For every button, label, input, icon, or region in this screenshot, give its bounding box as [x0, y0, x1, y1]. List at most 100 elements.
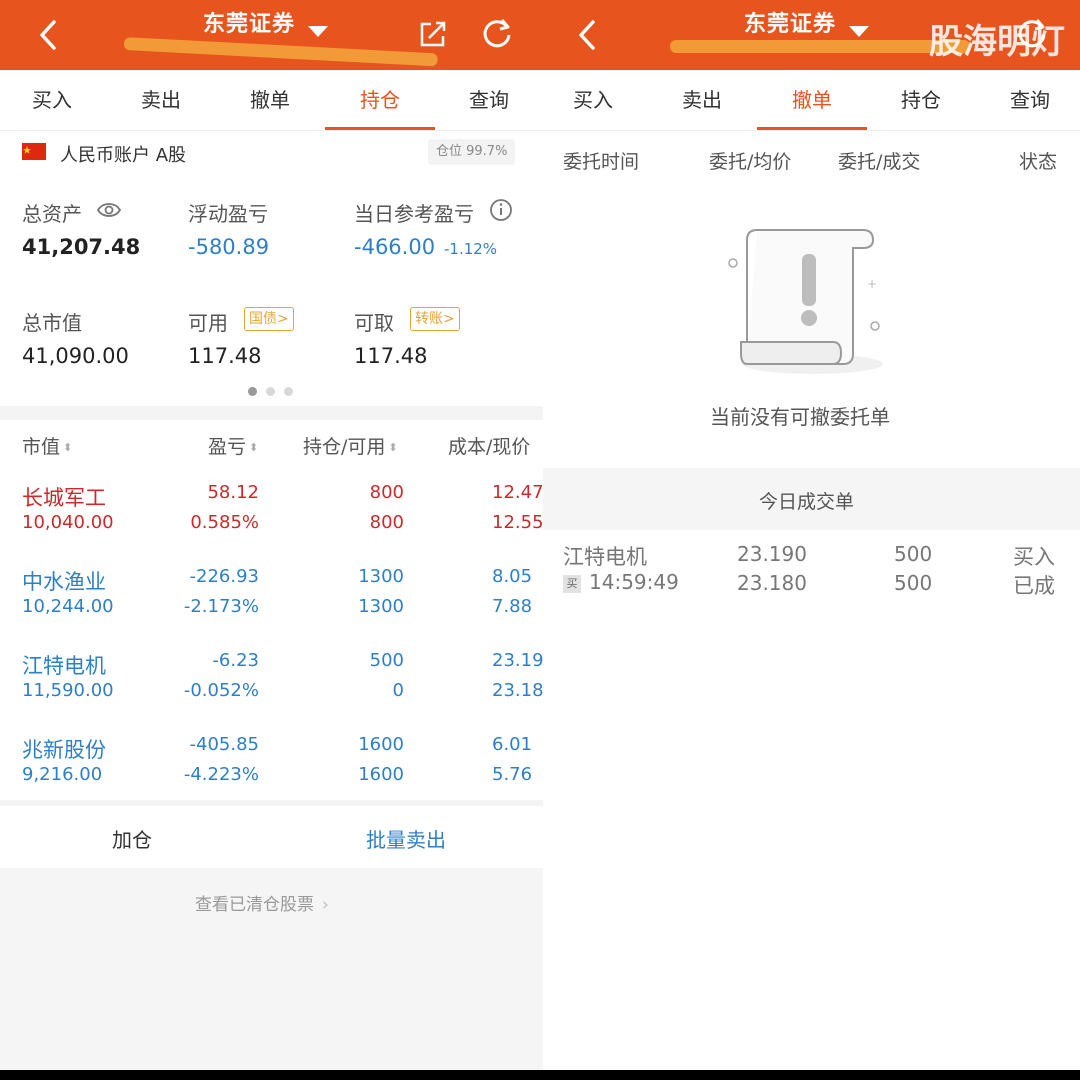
holding-pnl: -226.93 [189, 566, 259, 587]
cn-flag-icon [22, 143, 46, 160]
holding-quantity: 1300 [358, 566, 404, 587]
eye-icon[interactable] [96, 200, 122, 220]
today-pnl-percent: -1.12% [444, 240, 498, 258]
deal-time: 买 14:59:49 [563, 570, 679, 594]
add-position-button[interactable]: 加仓 [112, 824, 152, 853]
holding-quantity: 1600 [358, 734, 404, 755]
holding-row[interactable]: 江特电机 11,590.00 -6.23 -0.052% 500 0 23.19 23.18 [0, 644, 543, 728]
holding-pnl-percent: -0.052% [183, 680, 259, 701]
withdrawable-value: 117.48 [354, 344, 428, 368]
column-header-pnl[interactable]: 盈亏 ⬍ [208, 432, 258, 459]
deal-order-qty: 500 [894, 542, 933, 566]
tab-query[interactable]: 查询 [975, 70, 1080, 130]
total-assets-value: 41,207.48 [22, 235, 141, 259]
holding-cost: 6.01 [492, 734, 533, 755]
refresh-icon[interactable] [480, 16, 514, 50]
column-header-position[interactable]: 持仓/可用 ⬍ [303, 432, 398, 459]
chevron-down-icon[interactable] [308, 26, 328, 37]
tab-sell[interactable]: 卖出 [106, 70, 216, 130]
floating-pnl-value: -580.89 [188, 235, 270, 259]
holding-cost: 12.47 [492, 482, 543, 503]
holding-row[interactable]: 中水渔业 10,244.00 -226.93 -2.173% 1300 1300 8.05 7… [0, 560, 543, 644]
tab-buy[interactable]: 买入 [0, 70, 107, 130]
tab-sell[interactable]: 卖出 [647, 70, 757, 130]
page-dot [284, 387, 293, 396]
batch-sell-button[interactable]: 批量卖出 [366, 824, 446, 853]
holding-pnl: -6.23 [212, 650, 259, 671]
back-icon[interactable] [573, 18, 603, 52]
tab-holdings[interactable]: 持仓 [866, 70, 976, 130]
section-divider [0, 406, 543, 420]
holding-stock-name: 兆新股份 [22, 738, 106, 762]
tab-holdings[interactable]: 持仓 [325, 70, 435, 130]
broker-title[interactable]: 东莞证券 [203, 6, 295, 38]
holdings-screen: 东莞证券 买入 卖出 撤单 持仓 查询 人民币账户 A股 仓位 99.7% 总资… [0, 0, 543, 1070]
broker-title[interactable]: 东莞证券 [744, 6, 836, 38]
share-icon[interactable] [417, 18, 449, 50]
holding-cost: 23.19 [492, 650, 543, 671]
tab-buy[interactable]: 买入 [543, 70, 648, 130]
bond-link[interactable]: 国债> [244, 307, 294, 331]
info-icon[interactable] [489, 198, 513, 222]
trade-tabs: 买入 卖出 撤单 持仓 查询 [543, 70, 1080, 131]
holding-pnl: 58.12 [207, 482, 259, 503]
holding-available: 1600 [358, 764, 404, 785]
empty-state-message: 当前没有可撤委托单 [710, 405, 890, 429]
holding-cost: 8.05 [492, 566, 533, 587]
holding-pnl-percent: 0.585% [190, 512, 259, 533]
column-header-order-time: 委托时间 [563, 151, 640, 173]
holding-pnl-percent: -2.173% [183, 596, 259, 617]
svg-text:+: + [867, 277, 877, 291]
holding-stock-name: 江特电机 [22, 654, 106, 678]
available-value: 117.48 [188, 344, 262, 368]
active-tab-indicator [757, 127, 867, 130]
holding-quantity: 500 [369, 650, 404, 671]
cleared-stocks-link[interactable]: 查看已清仓股票 › [195, 890, 329, 915]
title-bar: 东莞证券 股海明灯 [543, 0, 1080, 70]
holding-pnl: -405.85 [189, 734, 259, 755]
holding-available: 0 [392, 680, 404, 701]
column-header-cost-price[interactable]: 成本/现价 [448, 432, 530, 459]
position-ratio-badge: 仓位 99.7% [428, 139, 516, 165]
holding-quantity: 800 [369, 482, 404, 503]
sort-icon: ⬍ [249, 441, 259, 454]
watermark: 股海明灯 [929, 22, 1065, 62]
column-header-order-price: 委托/均价 [709, 151, 792, 173]
holding-row[interactable]: 长城军工 10,040.00 58.12 0.585% 800 800 12.47 12.55 [0, 476, 543, 560]
holding-market-value: 10,244.00 [22, 596, 114, 617]
deal-row[interactable]: 江特电机 买 14:59:49 23.190 23.180 500 500 买入 … [543, 530, 1080, 610]
market-value-value: 41,090.00 [22, 344, 129, 368]
holding-price: 23.18 [492, 680, 543, 701]
tab-cancel[interactable]: 撤单 [215, 70, 325, 130]
holding-available: 1300 [358, 596, 404, 617]
redaction-stroke [670, 40, 970, 53]
back-icon[interactable] [34, 18, 64, 52]
column-header-order-qty: 委托/成交 [838, 151, 921, 173]
holding-price: 12.55 [492, 512, 543, 533]
holding-market-value: 10,040.00 [22, 512, 114, 533]
transfer-link[interactable]: 转账> [410, 307, 460, 331]
empty-document-icon: + [728, 229, 883, 374]
sort-icon: ⬍ [388, 441, 398, 454]
deal-direction: 买入 [1013, 545, 1055, 569]
deal-status: 已成 [1013, 574, 1055, 598]
buy-badge: 买 [563, 575, 581, 593]
market-value-label: 总市值 [22, 311, 82, 335]
column-header-market-value[interactable]: 市值 ⬍ [22, 432, 72, 459]
holding-stock-name: 长城军工 [22, 486, 106, 510]
deal-filled-qty: 500 [894, 571, 933, 595]
column-header-status: 状态 [1019, 151, 1058, 173]
holding-pnl-percent: -4.223% [183, 764, 259, 785]
redaction-stroke [123, 37, 438, 67]
holding-available: 800 [369, 512, 404, 533]
chevron-down-icon[interactable] [849, 26, 869, 37]
tab-cancel[interactable]: 撤单 [757, 70, 867, 130]
floating-pnl-label: 浮动盈亏 [188, 202, 268, 226]
withdrawable-label: 可取 [354, 311, 394, 335]
holding-price: 5.76 [492, 764, 533, 785]
account-label: 人民币账户 A股 [60, 145, 187, 166]
total-assets-label: 总资产 [22, 202, 82, 226]
sort-icon: ⬍ [63, 441, 73, 454]
holding-price: 7.88 [492, 596, 533, 617]
tab-query[interactable]: 查询 [434, 70, 543, 130]
